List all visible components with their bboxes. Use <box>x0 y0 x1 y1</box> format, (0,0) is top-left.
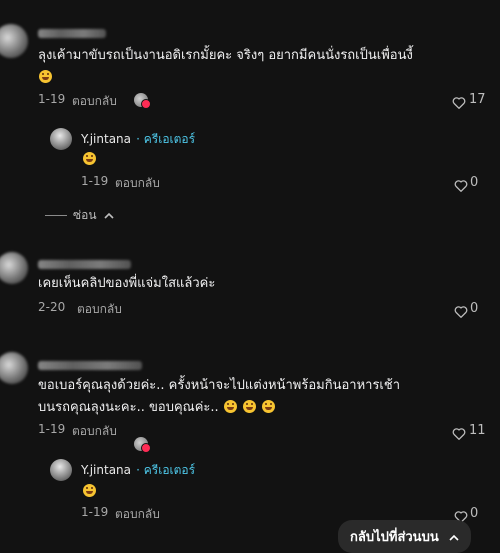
collapse-replies-button[interactable]: ซ่อน <box>45 206 114 225</box>
reply-date: 1-19 <box>81 505 109 519</box>
creator-liked-avatar <box>134 437 151 453</box>
grinning-emoji-icon <box>83 484 96 497</box>
comment-date: 2-20 <box>38 300 66 314</box>
heart-outline-icon <box>452 97 466 109</box>
creator-avatar[interactable] <box>50 459 72 481</box>
reply-username[interactable]: Y.jintana <box>81 463 131 477</box>
comment-date: 1-19 <box>38 422 66 436</box>
back-to-top-button[interactable]: กลับไปที่ส่วนบน <box>338 520 472 553</box>
heart-outline-icon <box>452 428 466 440</box>
reply-header: Y.jintana · ครีเอเตอร์ <box>81 128 195 149</box>
reply-text <box>82 480 97 499</box>
creator-label: · ครีเอเตอร์ <box>136 132 196 146</box>
like-button[interactable] <box>452 425 466 444</box>
chevron-up-icon <box>449 534 459 541</box>
like-count: 0 <box>470 301 479 316</box>
heart-outline-icon <box>454 306 468 318</box>
grinning-emoji-icon <box>262 400 276 413</box>
reply-button[interactable]: ตอบกลับ <box>115 505 160 524</box>
reply-button[interactable]: ตอบกลับ <box>77 300 122 319</box>
heart-outline-icon <box>454 180 468 192</box>
like-count: 0 <box>470 175 479 190</box>
comment-text: ขอเบอร์คุณลุงด้วยค่ะ.. ครั้งหน้าจะไปแต่ง… <box>38 378 400 415</box>
creator-liked-avatar <box>134 93 151 109</box>
commenter-avatar[interactable] <box>0 352 28 384</box>
reply-button[interactable]: ตอบกลับ <box>115 174 160 193</box>
grinning-emoji-icon <box>242 400 256 413</box>
commenter-avatar[interactable] <box>0 24 28 58</box>
creator-like-badge-icon <box>141 99 151 109</box>
comment-text: ลุงเค้ามาขับรถเป็นงานอดิเรกมั้ยคะ จริงๆ … <box>38 45 478 89</box>
grinning-emoji-icon <box>83 152 96 165</box>
creator-avatar[interactable] <box>50 128 72 150</box>
divider <box>45 215 67 216</box>
reply-button[interactable]: ตอบกลับ <box>72 422 117 441</box>
like-count: 11 <box>469 423 486 438</box>
commenter-name[interactable] <box>38 361 142 370</box>
like-count: 17 <box>469 92 486 107</box>
commenter-avatar[interactable] <box>0 252 28 284</box>
like-button[interactable] <box>454 177 468 196</box>
reply-text <box>82 148 97 167</box>
reply-date: 1-19 <box>81 174 109 188</box>
grinning-emoji-icon <box>223 400 237 413</box>
like-button[interactable] <box>452 94 466 113</box>
creator-like-badge-icon <box>141 443 151 453</box>
like-button[interactable] <box>454 303 468 322</box>
reply-username[interactable]: Y.jintana <box>81 132 131 146</box>
creator-label: · ครีเอเตอร์ <box>136 463 196 477</box>
commenter-name[interactable] <box>38 29 106 38</box>
reply-button[interactable]: ตอบกลับ <box>72 92 117 111</box>
comment-text: เคยเห็นคลิปของพี่แจ่มใสแล้วค่ะ <box>38 276 216 291</box>
reply-header: Y.jintana · ครีเอเตอร์ <box>81 459 195 480</box>
like-count: 0 <box>470 506 479 521</box>
comment-date: 1-19 <box>38 92 66 106</box>
grinning-emoji-icon <box>39 70 52 83</box>
commenter-name[interactable] <box>38 260 131 269</box>
chevron-up-icon <box>104 212 114 219</box>
